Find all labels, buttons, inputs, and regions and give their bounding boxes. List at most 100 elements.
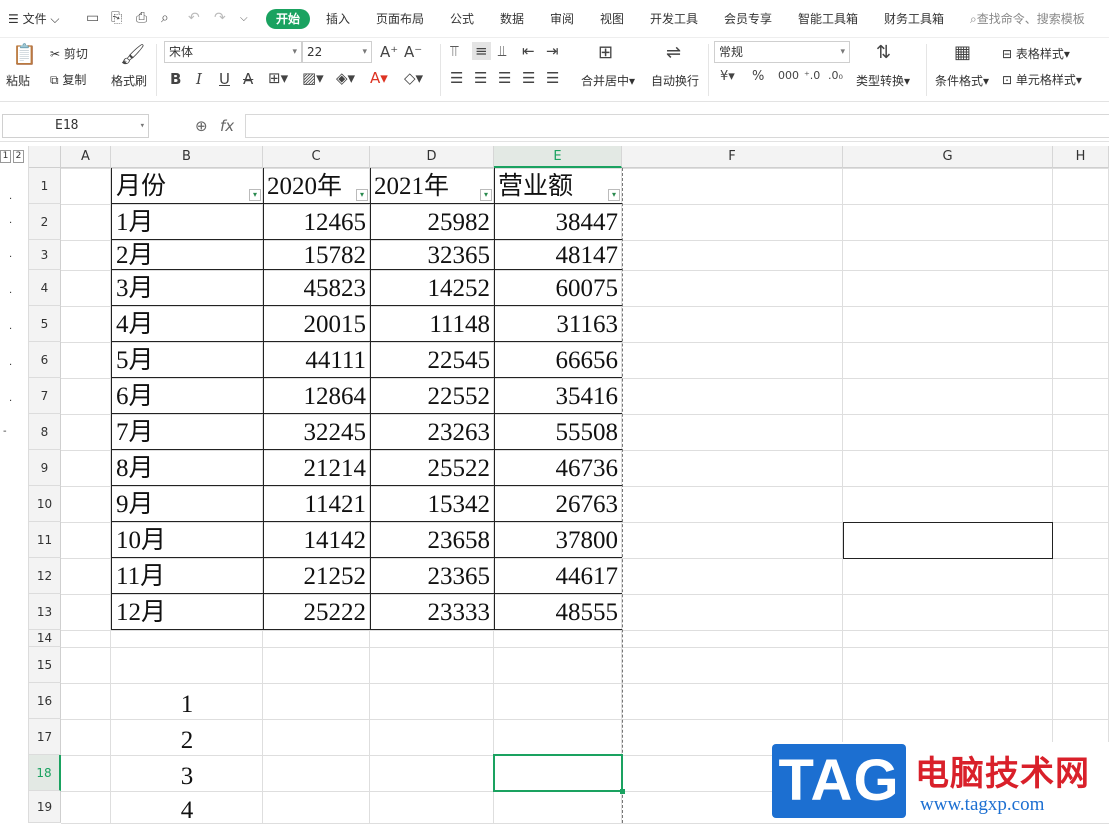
value-cell[interactable]: 23658 (372, 526, 491, 556)
font-color-icon[interactable]: A▾ (370, 69, 388, 87)
border-icon[interactable]: ⊞▾ (268, 69, 288, 87)
cut-button[interactable]: ✂ 剪切 (50, 45, 88, 62)
value-cell[interactable]: 31163 (496, 310, 618, 340)
decrease-font-icon[interactable]: A⁻ (404, 43, 422, 61)
row-header-3[interactable]: 3 (29, 240, 61, 270)
thousands-icon[interactable]: 000 (778, 69, 799, 82)
tab-member[interactable]: 会员专享 (724, 10, 772, 27)
file-menu[interactable]: ☰ 文件 ⌵ (8, 10, 60, 27)
print-icon[interactable]: ⎙ (136, 10, 147, 26)
value-cell[interactable]: 25522 (372, 454, 491, 484)
column-header-f[interactable]: F (622, 146, 843, 168)
zoom-icon[interactable]: ⊕ (195, 117, 208, 135)
percent-icon[interactable]: % (752, 69, 764, 84)
undo-icon[interactable]: ↶ (188, 10, 200, 26)
align-left-icon[interactable]: ☰ (450, 69, 463, 87)
redo-icon[interactable]: ↷ (214, 10, 226, 26)
tab-developer[interactable]: 开发工具 (650, 10, 698, 27)
row-header-16[interactable]: 16 (29, 683, 61, 719)
justify-icon[interactable]: ☰ (522, 69, 535, 87)
merge-cells-icon[interactable]: ⊞ (598, 42, 613, 63)
value-cell[interactable]: 15782 (265, 241, 367, 271)
select-all-corner[interactable] (29, 146, 61, 168)
font-size-select[interactable]: 22 ▾ (302, 41, 372, 63)
tab-start[interactable]: 开始 (266, 9, 310, 29)
value-cell[interactable]: 23333 (372, 598, 491, 628)
conditional-format-icon[interactable]: ▦ (954, 42, 971, 63)
list-value-cell[interactable]: 3 (111, 762, 263, 792)
active-cell-selection[interactable] (493, 754, 623, 792)
row-header-12[interactable]: 12 (29, 558, 61, 594)
value-cell[interactable]: 66656 (496, 346, 619, 376)
filter-dropdown-icon[interactable]: ▾ (480, 189, 492, 201)
value-cell[interactable]: 12864 (265, 382, 367, 412)
value-cell[interactable]: 14142 (265, 526, 367, 556)
row-header-1[interactable]: 1 (29, 168, 61, 204)
value-cell[interactable]: 21252 (265, 562, 367, 592)
column-header-d[interactable]: D (370, 146, 494, 168)
month-cell[interactable]: 12月 (116, 598, 258, 628)
fill-handle[interactable] (620, 789, 625, 794)
month-cell[interactable]: 7月 (116, 418, 258, 448)
value-cell[interactable]: 22552 (372, 382, 491, 412)
save-icon[interactable]: ▭ (86, 10, 99, 26)
column-header-g[interactable]: G (843, 146, 1053, 168)
fill-color-icon[interactable]: ◈▾ (336, 69, 355, 87)
value-cell[interactable]: 44617 (496, 562, 619, 592)
value-cell[interactable]: 12465 (265, 208, 367, 238)
list-value-cell[interactable]: 1 (111, 690, 263, 720)
wrap-text-icon[interactable]: ⇌ (666, 42, 681, 63)
increase-decimal-icon[interactable]: ⁺.0 (804, 69, 820, 82)
align-right-icon[interactable]: ☰ (498, 69, 511, 87)
month-cell[interactable]: 2月 (116, 241, 258, 271)
value-cell[interactable]: 44111 (265, 346, 366, 376)
month-cell[interactable]: 11月 (116, 562, 258, 592)
row-header-2[interactable]: 2 (29, 204, 61, 240)
command-search[interactable]: ⌕查找命令、搜索模板 (970, 10, 1085, 27)
cell-style-button[interactable]: ⊡ 单元格样式▾ (1002, 71, 1082, 88)
align-middle-icon[interactable]: ≡ (472, 42, 491, 60)
formula-input[interactable] (245, 114, 1109, 138)
value-cell[interactable]: 35416 (496, 382, 619, 412)
conditional-format-button[interactable]: 条件格式▾ (935, 72, 989, 89)
row-header-17[interactable]: 17 (29, 719, 61, 755)
row-header-11[interactable]: 11 (29, 522, 61, 558)
merge-center-button[interactable]: 合并居中▾ (581, 72, 635, 89)
row-header-4[interactable]: 4 (29, 270, 61, 306)
value-cell[interactable]: 15342 (372, 490, 491, 520)
bordered-cell-g11[interactable] (843, 522, 1053, 559)
distributed-icon[interactable]: ☰ (546, 69, 559, 87)
value-cell[interactable]: 22545 (372, 346, 491, 376)
value-cell[interactable]: 37800 (496, 526, 619, 556)
type-convert-button[interactable]: 类型转换▾ (856, 72, 910, 89)
filter-dropdown-icon[interactable]: ▾ (608, 189, 620, 201)
list-value-cell[interactable]: 2 (111, 726, 263, 756)
bold-icon[interactable]: B (170, 70, 181, 88)
value-cell[interactable]: 38447 (496, 208, 619, 238)
font-name-select[interactable]: 宋体 ▾ (164, 41, 302, 63)
filter-dropdown-icon[interactable]: ▾ (249, 189, 261, 201)
month-cell[interactable]: 9月 (116, 490, 258, 520)
row-header-8[interactable]: 8 (29, 414, 61, 450)
table-style-button[interactable]: ⊟ 表格样式▾ (1002, 45, 1070, 62)
fill-style-icon[interactable]: ▨▾ (302, 69, 324, 87)
row-header-15[interactable]: 15 (29, 647, 61, 683)
value-cell[interactable]: 55508 (496, 418, 619, 448)
month-cell[interactable]: 8月 (116, 454, 258, 484)
underline-icon[interactable]: U (219, 70, 230, 88)
tab-view[interactable]: 视图 (600, 10, 624, 27)
row-header-6[interactable]: 6 (29, 342, 61, 378)
row-header-7[interactable]: 7 (29, 378, 61, 414)
value-cell[interactable]: 25222 (265, 598, 367, 628)
column-header-c[interactable]: C (263, 146, 370, 168)
tab-smart-toolbox[interactable]: 智能工具箱 (798, 10, 858, 27)
header-cell[interactable]: 2020年 (267, 172, 358, 202)
value-cell[interactable]: 23365 (372, 562, 491, 592)
decrease-decimal-icon[interactable]: .0₀ (828, 69, 843, 82)
copy-button[interactable]: ⧉ 复制 (50, 71, 86, 88)
month-cell[interactable]: 3月 (116, 274, 258, 304)
outline-level-1-button[interactable]: 1 (0, 150, 11, 163)
row-header-9[interactable]: 9 (29, 450, 61, 486)
column-header-e[interactable]: E (494, 146, 622, 168)
currency-icon[interactable]: ¥▾ (720, 69, 735, 84)
